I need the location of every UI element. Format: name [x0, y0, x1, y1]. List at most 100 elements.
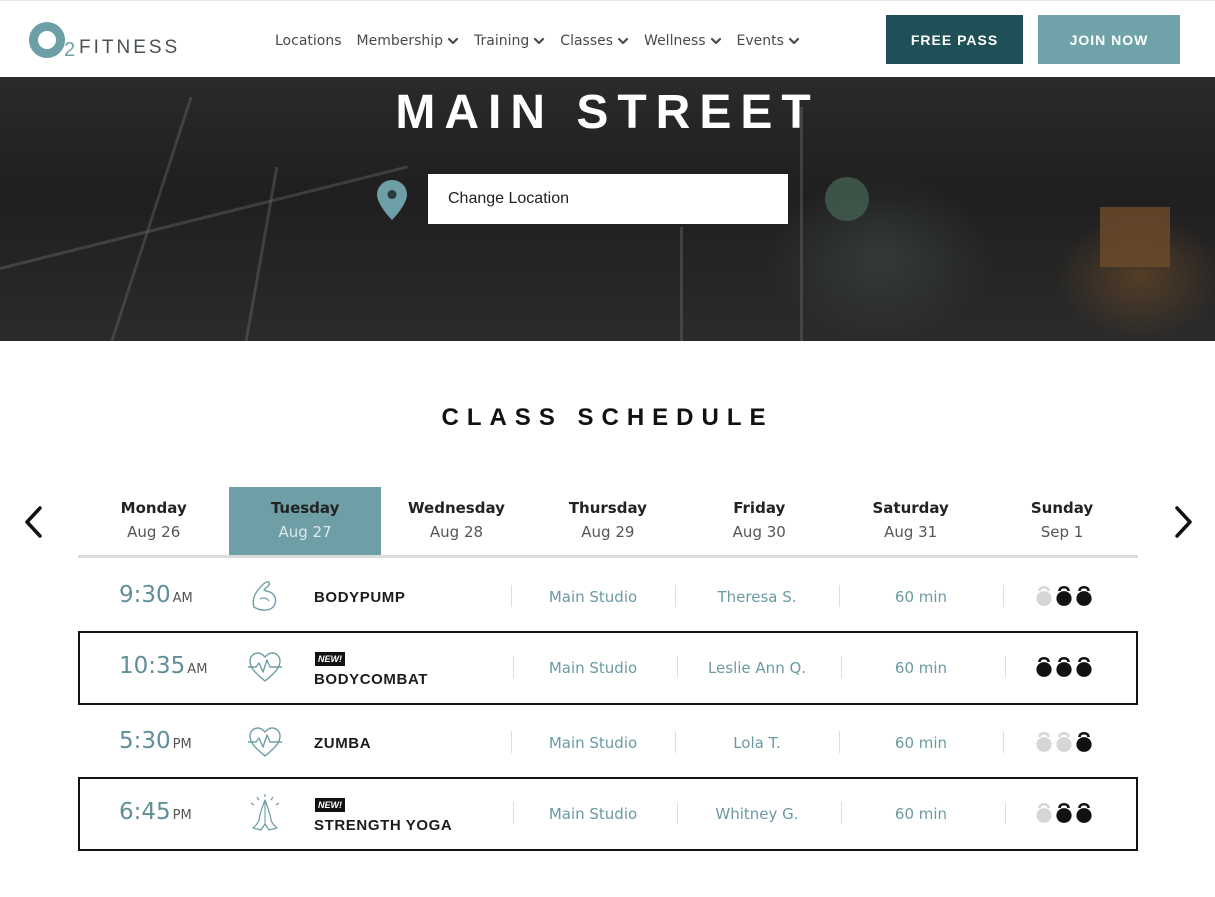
hero-banner: MAIN STREET Change Location — [0, 77, 1215, 341]
nav-item-label: Locations — [275, 33, 342, 49]
praying-hands-icon — [250, 794, 280, 831]
day-date: Aug 30 — [732, 523, 786, 541]
day-date: Sep 1 — [1040, 523, 1084, 541]
day-tab-thursday[interactable]: Thursday Aug 29 — [532, 487, 683, 555]
logo-o-mark — [29, 22, 65, 58]
free-pass-button[interactable]: FREE PASS — [886, 15, 1023, 64]
nav-item-label: Events — [736, 33, 784, 49]
hero-rail — [680, 227, 683, 341]
map-pin-icon — [377, 180, 407, 220]
chevron-down-icon — [788, 37, 800, 45]
day-name: Sunday — [1030, 499, 1094, 517]
class-schedule-heading: CLASS SCHEDULE — [441, 404, 774, 431]
medicine-ball-shape — [825, 177, 869, 221]
new-badge: NEW! — [315, 798, 345, 812]
class-time-ampm: PM — [172, 737, 192, 752]
main-nav: Locations Membership Training Classes Wellne… — [275, 31, 815, 51]
kettlebell-icon — [1036, 656, 1052, 677]
class-instructor[interactable]: Theresa S. — [675, 588, 839, 606]
day-tab-wednesday[interactable]: Wednesday Aug 28 — [381, 487, 532, 555]
class-row[interactable]: 10:35 AM NEW! BODYCOMBAT Main Studio Leslie A… — [78, 631, 1138, 705]
class-row[interactable]: 9:30 AM BODYPUMP Main Studio Theresa S. 60 mi… — [78, 560, 1138, 634]
heartbeat-icon — [248, 727, 282, 757]
nav-item-wellness[interactable]: Wellness — [644, 33, 722, 49]
class-row[interactable]: 5:30 PM ZUMBA Main Studio Lola T. 60 min — [78, 706, 1138, 780]
kettlebell-icon — [1076, 731, 1092, 752]
day-tab-monday[interactable]: Monday Aug 26 — [78, 487, 229, 555]
kettlebell-icon — [1056, 731, 1072, 752]
change-location-field[interactable]: Change Location — [428, 174, 788, 224]
previous-week-arrow-icon[interactable] — [21, 505, 47, 539]
nav-item-events[interactable]: Events — [737, 33, 800, 49]
day-name: Friday — [733, 499, 786, 517]
day-name: Thursday — [568, 499, 647, 517]
location-title: MAIN STREET — [395, 86, 820, 139]
kettlebell-icon — [1036, 585, 1052, 606]
day-name: Saturday — [872, 499, 949, 517]
chevron-down-icon — [534, 37, 545, 45]
class-studio: Main Studio — [548, 659, 638, 677]
hero-rail — [0, 165, 408, 270]
class-studio: Main Studio — [548, 805, 638, 823]
intensity-rating — [1036, 585, 1092, 606]
flexed-arm-icon — [252, 581, 277, 611]
nav-item-classes[interactable]: Classes — [560, 33, 629, 49]
class-duration: 60 min — [894, 734, 948, 752]
day-tab-sunday[interactable]: Sunday Sep 1 — [986, 487, 1137, 555]
class-name[interactable]: BODYPUMP — [314, 589, 405, 606]
intensity-rating — [1036, 731, 1092, 752]
o2-fitness-logo[interactable]: 2 FITNESS — [29, 21, 189, 63]
class-studio: Main Studio — [548, 734, 638, 752]
day-tab-friday[interactable]: Friday Aug 30 — [684, 487, 835, 555]
column-divider — [1003, 585, 1004, 607]
class-name[interactable]: BODYCOMBAT — [314, 671, 428, 688]
class-time-value: 9:30 — [119, 582, 171, 608]
site-header: 2 FITNESS Locations Membership Training Cla… — [0, 0, 1215, 77]
day-tab-tuesday[interactable]: Tuesday Aug 27 — [229, 487, 381, 555]
class-time: 9:30 AM — [119, 582, 193, 608]
kettlebell-icon — [1056, 585, 1072, 606]
chevron-down-icon — [617, 37, 629, 45]
class-time: 10:35 AM — [119, 653, 207, 679]
hero-rail — [244, 167, 279, 341]
new-badge: NEW! — [315, 652, 345, 666]
day-name: Wednesday — [408, 499, 505, 517]
class-instructor[interactable]: Lola T. — [675, 734, 839, 752]
class-duration: 60 min — [894, 659, 948, 677]
column-divider — [1003, 731, 1004, 753]
class-time-ampm: AM — [172, 591, 193, 606]
nav-item-training[interactable]: Training — [474, 33, 545, 49]
chevron-down-icon — [447, 37, 459, 45]
nav-item-locations[interactable]: Locations — [275, 33, 342, 49]
logo-wordmark: FITNESS — [79, 37, 181, 58]
class-time-value: 5:30 — [119, 728, 171, 754]
intensity-rating — [1036, 802, 1092, 823]
hero-rail — [800, 107, 803, 341]
class-time-value: 10:35 — [119, 653, 186, 679]
kettlebell-icon — [1076, 656, 1092, 677]
intensity-rating — [1036, 656, 1092, 677]
kettlebell-icon — [1036, 802, 1052, 823]
class-duration: 60 min — [894, 805, 948, 823]
class-instructor[interactable]: Whitney G. — [675, 805, 839, 823]
day-tab-saturday[interactable]: Saturday Aug 31 — [835, 487, 986, 555]
logo-two: 2 — [64, 39, 76, 61]
class-name[interactable]: STRENGTH YOGA — [314, 817, 452, 834]
class-name[interactable]: ZUMBA — [314, 735, 371, 752]
join-now-button[interactable]: JOIN NOW — [1038, 15, 1180, 64]
kettlebell-icon — [1036, 731, 1052, 752]
class-row[interactable]: 6:45 PM NEW! STRENGTH YOGA Main Studio Whitne… — [78, 777, 1138, 851]
class-time: 5:30 PM — [119, 728, 192, 754]
heartbeat-icon — [248, 652, 282, 682]
day-date: Aug 27 — [278, 523, 332, 541]
day-date: Aug 29 — [581, 523, 635, 541]
day-date: Aug 31 — [884, 523, 938, 541]
plyo-box-shape — [1100, 207, 1170, 267]
class-time: 6:45 PM — [119, 799, 192, 825]
class-instructor[interactable]: Leslie Ann Q. — [675, 659, 839, 677]
nav-item-membership[interactable]: Membership — [357, 33, 460, 49]
column-divider — [1005, 802, 1006, 824]
column-divider — [1005, 656, 1006, 678]
nav-item-label: Wellness — [644, 33, 706, 49]
next-week-arrow-icon[interactable] — [1170, 505, 1196, 539]
